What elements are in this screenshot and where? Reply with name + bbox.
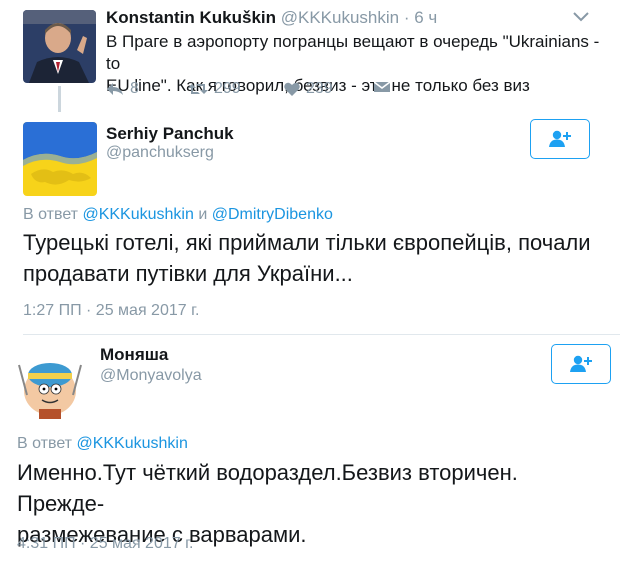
- mention-link-dmitrydibenko[interactable]: @DmitryDibenko: [212, 206, 333, 223]
- author-handle[interactable]: @Monyavolya: [100, 367, 202, 385]
- author-handle[interactable]: @panchukserg: [106, 144, 214, 162]
- tweet-text: В Праге в аэропорту погранцы вещают в оч…: [106, 31, 606, 97]
- author-name[interactable]: Serhiy Panchuk: [106, 124, 234, 144]
- tweet-serhiy[interactable]: Serhiy Panchuk @panchukserg В ответ @KKK…: [0, 112, 620, 334]
- dm-button[interactable]: [374, 80, 396, 94]
- tweet-time[interactable]: 6 ч: [414, 8, 437, 27]
- retweet-icon: [188, 84, 208, 94]
- retweet-button[interactable]: 299: [188, 80, 241, 98]
- follow-button[interactable]: [551, 344, 611, 384]
- author-name[interactable]: Моняша: [100, 345, 168, 365]
- mention-link-kkkukushkin[interactable]: @KKKukushkin: [76, 435, 187, 452]
- tweet-text-line-1: Турецькі готелі, які приймали тільки євр…: [23, 230, 591, 255]
- tweet-header: Konstantin Kukuškin @KKKukushkin · 6 ч: [106, 8, 437, 28]
- chevron-down-icon[interactable]: [572, 10, 590, 24]
- header-separator: ·: [399, 8, 415, 27]
- heart-icon: [284, 82, 300, 96]
- retweet-count: 299: [214, 80, 241, 97]
- reply-prefix: В ответ: [23, 206, 79, 223]
- follow-button[interactable]: [530, 119, 590, 159]
- reply-count: 8: [130, 80, 139, 97]
- dm-icon: [374, 81, 390, 92]
- tweet-text-line-1: Именно.Тут чёткий водораздел.Безвиз втор…: [17, 460, 518, 516]
- author-handle[interactable]: @KKKukushkin: [281, 8, 399, 27]
- avatar-serhiy[interactable]: [23, 122, 97, 196]
- reply-prefix: В ответ: [17, 435, 73, 452]
- reply-context: В ответ @KKKukushkin и @DmitryDibenko: [23, 206, 333, 224]
- tweet-text-line-2: EU line". Как я говорил, безвиз - это не…: [106, 76, 530, 95]
- tweet-text: Турецькі готелі, які приймали тільки євр…: [23, 227, 603, 289]
- reply-icon: [107, 83, 123, 95]
- avatar-konstantin[interactable]: [23, 10, 96, 83]
- reply-button[interactable]: 8: [106, 80, 139, 98]
- author-name[interactable]: Konstantin Kukuškin: [106, 8, 276, 27]
- tweet-text-line-1: В Праге в аэропорту погранцы вещают в оч…: [106, 32, 600, 73]
- tweet-timestamp[interactable]: 1:27 ПП · 25 мая 2017 г.: [23, 302, 199, 320]
- tweet-text-line-2: продавати путівки для України...: [23, 261, 353, 286]
- add-user-icon: [549, 130, 571, 147]
- tweet-konstantin[interactable]: Konstantin Kukuškin @KKKukushkin · 6 ч В…: [0, 0, 620, 112]
- mention-link-kkkukushkin[interactable]: @KKKukushkin: [82, 206, 193, 223]
- like-count: 239: [306, 80, 333, 97]
- reply-and: и: [198, 206, 208, 223]
- tweet-timestamp[interactable]: 4:31 ПП · 25 мая 2017 г.: [17, 535, 193, 553]
- avatar-monyasha[interactable]: [17, 345, 83, 419]
- reply-context: В ответ @KKKukushkin: [17, 435, 188, 453]
- tweet-monyasha[interactable]: Моняша @Monyavolya В ответ @KKKukushkin …: [0, 335, 620, 569]
- add-user-icon: [570, 355, 592, 372]
- like-button[interactable]: 239: [284, 80, 333, 98]
- thread-connector-line: [58, 86, 61, 112]
